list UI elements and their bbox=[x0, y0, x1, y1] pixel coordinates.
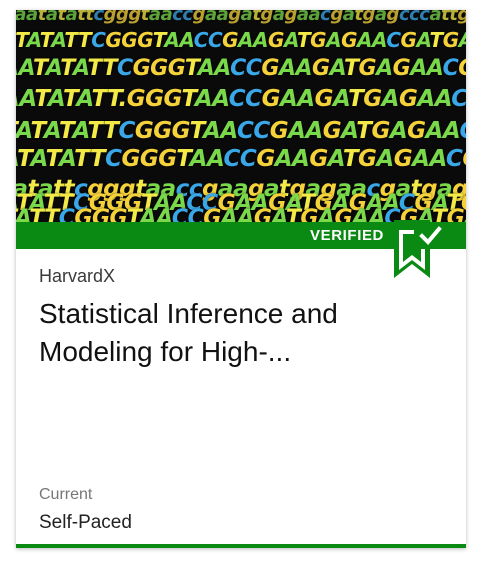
course-card[interactable]: gaatatattcgggtaaccgaagatgagaacgatgagccca… bbox=[16, 10, 466, 548]
course-image[interactable]: gaatatattcgggtaaccgaagatgagaacgatgagccca… bbox=[16, 10, 466, 222]
course-organization: HarvardX bbox=[39, 266, 116, 286]
check-icon bbox=[414, 222, 446, 249]
card-bottom-accent bbox=[16, 544, 466, 548]
verified-label: VERIFIED bbox=[310, 227, 384, 244]
course-pacing: Self-Paced bbox=[39, 512, 132, 533]
course-status-label: Current bbox=[39, 486, 93, 503]
course-title[interactable]: Statistical Inference and Modeling for H… bbox=[39, 295, 449, 371]
